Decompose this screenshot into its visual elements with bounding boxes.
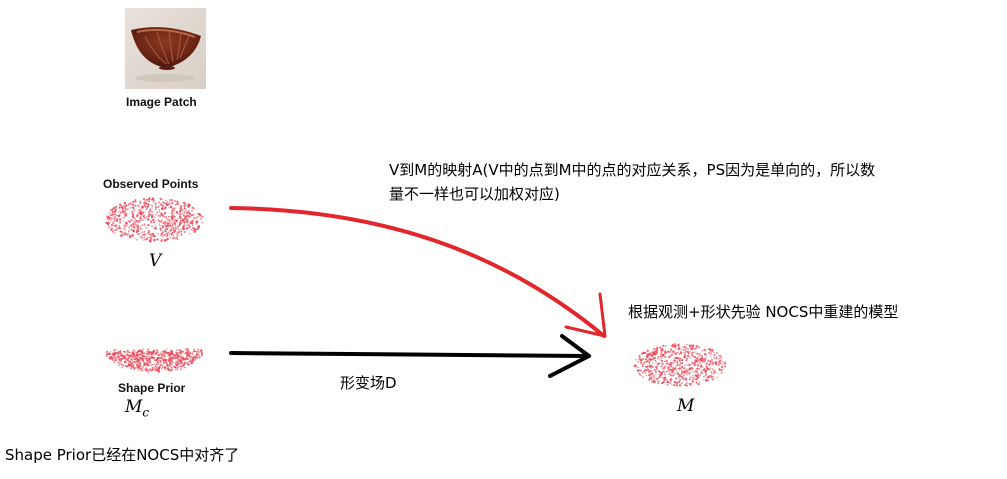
mapping-arrow <box>229 206 606 338</box>
mapping-note: V到M的映射A(V中的点到M中的点的对应关系，PS因为是单向的，所以数 量不一样… <box>389 158 1004 206</box>
mapping-note-line2: 量不一样也可以加权对应) <box>389 185 560 203</box>
reconstruction-note: 根据观测+形状先验 NOCS中重建的模型 <box>628 303 899 321</box>
deformation-arrow <box>229 351 589 358</box>
mapping-note-line1: V到M的映射A(V中的点到M中的点的对应关系，PS因为是单向的，所以数 <box>389 161 876 179</box>
arrows-layer <box>229 206 607 378</box>
prior-aligned-note: Shape Prior已经在NOCS中对齐了 <box>5 446 240 464</box>
deformation-label: 形变场D <box>340 374 397 392</box>
